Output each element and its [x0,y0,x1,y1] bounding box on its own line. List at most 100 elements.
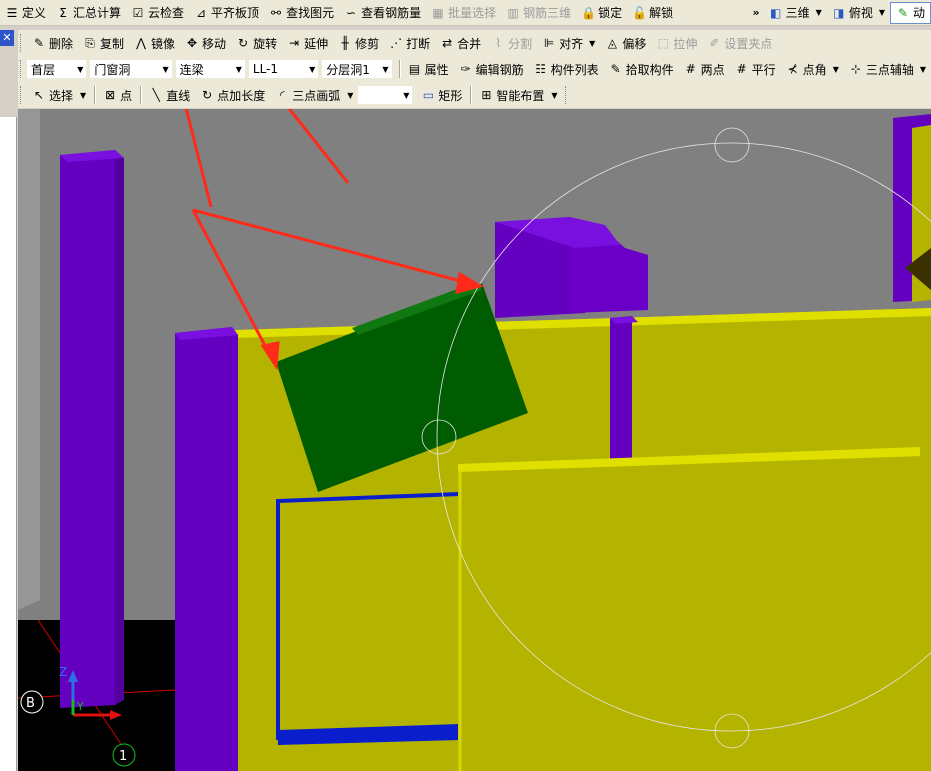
3d-viewport[interactable]: Z Y B 1 [18,109,931,771]
toolbar-button-label: 镜像 [151,36,176,51]
point-length-label: 点加长度 [217,88,266,103]
toolbar-button-rebar-3d[interactable]: ▥ 钢筋三维 [501,3,576,23]
three-point-arc-button[interactable]: ◜ 三点画弧 ▼ [270,85,358,105]
toolbar-button-rebar-qty[interactable]: ∽ 查看钢筋量 [339,3,426,23]
toolbar-button-pick-component[interactable]: ✎ 拾取构件 [604,59,679,79]
toolbar-button-break[interactable]: ⋰ 打断 [384,33,435,53]
toolbar-button-binoculars[interactable]: ⚯ 查找图元 [264,3,339,23]
point-length-icon: ↻ [202,88,213,102]
element-value: LL-1 [252,62,279,76]
arc-label: 三点画弧 [292,88,341,103]
line-icon: ╲ [152,88,160,102]
chevron-down-icon: ▼ [347,90,354,100]
parallel-icon: # [736,62,747,76]
toolbar-button-point-angle[interactable]: ⊀ 点角 ▼ [781,59,844,79]
chevron-down-icon: ▼ [403,90,410,100]
3d-scene[interactable]: Z Y B 1 [18,109,931,771]
toolbar-grip[interactable] [564,86,569,104]
toolbar-button-properties[interactable]: ▤ 属性 [403,59,454,79]
toolbar-button-edit-rebar[interactable]: ✑ 编辑钢筋 [454,59,529,79]
toolbar-button-move[interactable]: ✥ 移动 [180,33,231,53]
toolbar-button-mirror[interactable]: ⋀ 镜像 [129,33,180,53]
toolbar-separator [140,86,142,104]
toolbar-button-grip-point[interactable]: ✐ 设置夹点 [702,33,777,53]
toolbar-button-label: 编辑钢筋 [475,62,524,77]
toolbar-button-two-point[interactable]: # 两点 [679,59,730,79]
select-button[interactable]: ↖ 选择 ▼ [27,85,91,105]
toolbar-button-delete[interactable]: ✎ 删除 [27,33,78,53]
toolbar-button-rotate[interactable]: ↻ 旋转 [231,33,282,53]
element-select[interactable]: LL-1 ▼ [248,60,319,78]
toolbar-button-unlock[interactable]: 🔓 解锁 [627,3,678,23]
toolbar-button-label: 点角 [802,62,827,77]
toolbar-button-extend[interactable]: ⇥ 延伸 [282,33,333,53]
toolbar-button-split[interactable]: ⌇ 分割 [486,33,537,53]
chevron-down-icon: ▼ [815,8,822,17]
trim-icon: ╫ [341,36,349,50]
toolbar-button-label: 构件列表 [550,62,599,77]
dynamic-observe-button[interactable]: ✎ 动 [889,1,931,24]
floor-select[interactable]: 首层 ▼ [26,60,87,78]
toolbar-button-label: 两点 [700,62,725,77]
toolbar-button-merge[interactable]: ⇄ 合并 [435,33,486,53]
view-3d-label: 三维 [785,6,810,20]
smart-layout-label: 智能布置 [496,88,545,103]
point-length-button[interactable]: ↻ 点加长度 [195,85,270,105]
cloud-check-icon: ☑ [132,5,144,20]
toolbar-button-label: 汇总计算 [73,6,122,20]
point-label: 点 [120,88,133,103]
point-angle-icon: ⊀ [787,62,798,76]
toolbar-button-label: 平齐板顶 [211,6,260,20]
toolbar-button-label: 云检查 [148,6,185,20]
toolbar-button-label: 复制 [100,36,125,51]
toolbar-button-trim[interactable]: ╫ 修剪 [333,33,384,53]
category-value: 门窗洞 [94,62,131,77]
toolbar-separator [94,86,96,104]
toolbar-button-component-list[interactable]: ☷ 构件列表 [529,59,604,79]
toolbar-button-label: 查看钢筋量 [361,6,422,20]
layer-select[interactable]: 分层洞1 ▼ [322,60,392,78]
point-button[interactable]: ⊠ 点 [98,85,137,105]
type-select[interactable]: 连梁 ▼ [175,60,245,78]
chevron-down-icon: ▼ [80,90,87,100]
line-button[interactable]: ╲ 直线 [144,85,195,105]
close-panel-icon[interactable]: ✕ [0,30,14,46]
binoculars-icon: ⚯ [271,5,282,20]
toolbar-grip[interactable] [20,60,24,78]
arc-option-select[interactable]: ▼ [358,86,413,104]
toolbar-button-cloud-check[interactable]: ☑ 云检查 [126,3,189,23]
toolbar-button-label: 删除 [49,36,74,51]
toolbar-button-lock[interactable]: 🔒 锁定 [576,3,627,23]
toolbar-button-batch-select[interactable]: ▦ 批量选择 [426,3,501,23]
category-select[interactable]: 门窗洞 ▼ [90,60,172,78]
toolbar-button-align-slab[interactable]: ⊿ 平齐板顶 [189,3,264,23]
toolbar-button-stretch[interactable]: ⬚ 拉伸 [651,33,702,53]
view-top-button[interactable]: ◨ 俯视 ▼ [827,3,890,23]
smart-layout-button[interactable]: ⊞ 智能布置 ▼ [474,85,562,105]
toolbar-button-define[interactable]: ☰ 定义 [0,3,51,23]
view-top-label: 俯视 [848,6,873,20]
toolbar-grip[interactable] [20,86,24,104]
toolbar-button-align[interactable]: ⊫ 对齐 ▼ [537,33,600,53]
three-point-axis-icon: ⊹ [850,62,861,76]
wall-front [458,447,920,771]
toolbar-grip[interactable] [20,34,24,52]
view-3d-button[interactable]: ◧ 三维 ▼ [764,3,827,23]
mirror-icon: ⋀ [136,36,146,50]
smart-layout-icon: ⊞ [481,88,492,102]
chevron-down-icon: ▼ [551,90,558,100]
grip-point-icon: ✐ [709,36,720,50]
toolbar-overflow-button[interactable]: » [749,6,764,19]
rectangle-button[interactable]: ▭ 矩形 [416,85,467,105]
chevron-down-icon: ▼ [309,64,316,74]
toolbar-button-label: 批量选择 [448,6,497,20]
toolbar-button-label: 解锁 [649,6,674,20]
rectangle-label: 矩形 [438,88,463,103]
toolbar-button-copy[interactable]: ⎘ 复制 [78,33,129,53]
toolbar-button-three-point-axis[interactable]: ⊹ 三点辅轴 ▼ [844,59,931,79]
toolbar-button-parallel[interactable]: # 平行 [730,59,781,79]
toolbar-button-offset[interactable]: ◬ 偏移 [600,33,651,53]
toolbar-button-label: 打断 [406,36,431,51]
offset-icon: ◬ [607,36,617,50]
toolbar-button-sigma[interactable]: Σ 汇总计算 [51,3,126,23]
